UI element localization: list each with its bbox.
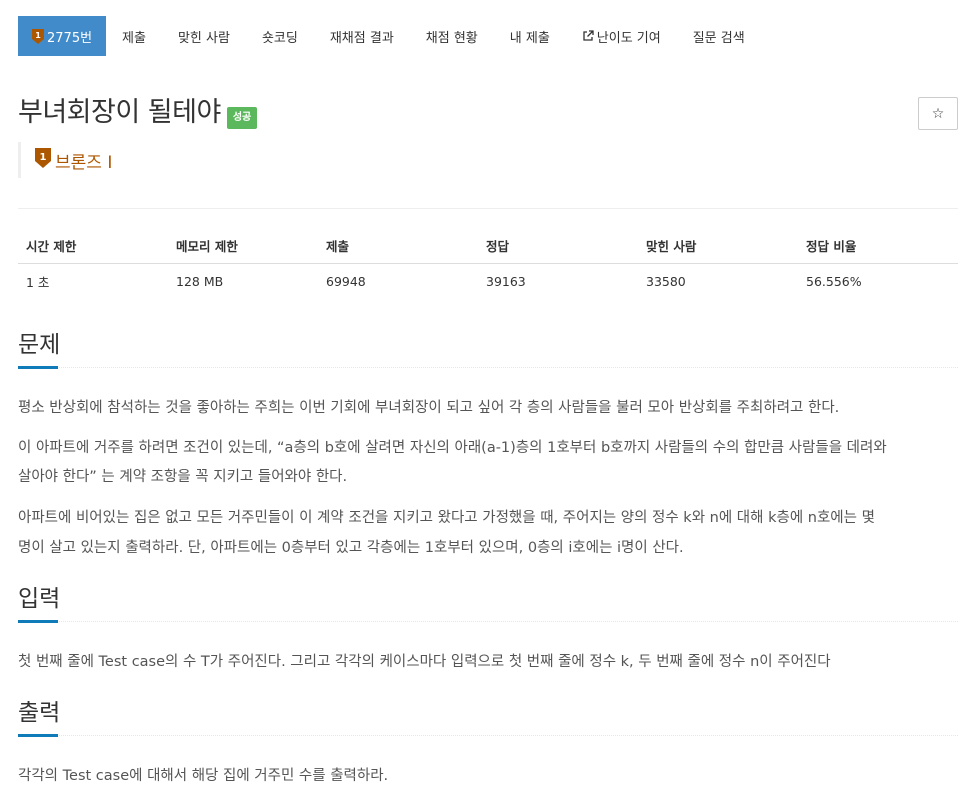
problem-description-p3-line1: 아파트에 비어있는 집은 없고 모든 거주민들이 이 계약 조건을 지키고 왔다…: [18, 510, 875, 526]
problem-description-p2-line1: 이 아파트에 거주를 하려면 조건이 있는데, “a층의 b호에 살려면 자신의…: [18, 440, 887, 456]
output-section-heading: 출력: [18, 700, 61, 726]
section-divider: [18, 367, 958, 368]
section-underline: [18, 734, 58, 737]
section-divider: [18, 621, 958, 622]
svg-text:1: 1: [35, 31, 41, 40]
tab-judge-status[interactable]: 채점 현황: [410, 16, 494, 56]
problem-description-p1: 평소 반상회에 참석하는 것을 좋아하는 주희는 이번 기회에 부녀회장이 되고…: [18, 400, 840, 416]
section-underline: [18, 366, 58, 369]
bronze-tier-icon: 1: [35, 148, 51, 172]
status-badge: 성공: [226, 107, 258, 129]
header-accepted: 정답: [478, 229, 638, 264]
input-section-heading: 입력: [18, 586, 61, 612]
tab-submit[interactable]: 제출: [106, 16, 162, 56]
external-link-icon: [582, 30, 594, 42]
table-row: 1 초 128 MB 69948 39163 33580 56.556%: [18, 263, 958, 299]
input-description: 첫 번째 줄에 Test case의 수 T가 주어진다. 그리고 각각의 케이…: [18, 654, 831, 670]
header-time-limit: 시간 제한: [18, 229, 168, 264]
problem-info-table: 시간 제한 메모리 제한 제출 정답 맞힌 사람 정답 비율 1 초 128 M…: [18, 229, 958, 299]
tab-solved-users[interactable]: 맞힌 사람: [162, 16, 246, 56]
tab-my-submissions[interactable]: 내 제출: [494, 16, 566, 56]
header-solved-users: 맞힌 사람: [638, 229, 798, 264]
time-limit-value: 1 초: [26, 274, 50, 290]
tab-question-search[interactable]: 질문 검색: [677, 16, 761, 56]
section-divider: [18, 735, 958, 736]
tab-problem-number[interactable]: 1 2775번: [18, 16, 107, 56]
tab-difficulty-contribution-label: 난이도 기여: [596, 30, 661, 46]
accepted-value: 39163: [486, 273, 526, 289]
star-icon: ☆: [931, 105, 945, 122]
header-memory-limit: 메모리 제한: [168, 229, 318, 264]
tier-label[interactable]: 브론즈 I: [55, 148, 112, 173]
accept-ratio-value: 56.556%: [806, 273, 862, 289]
problem-description-p3-line2: 명이 살고 있는지 출력하라. 단, 아파트에는 0층부터 있고 각층에는 1호…: [18, 540, 684, 556]
memory-limit-value: 128 MB: [176, 273, 224, 289]
favorite-star-button[interactable]: ☆: [918, 97, 958, 130]
problem-section-heading: 문제: [18, 332, 61, 358]
tier-info: 1 브론즈 I: [18, 142, 112, 178]
tab-rejudge-results[interactable]: 재채점 결과: [314, 16, 410, 56]
tab-difficulty-contribution[interactable]: 난이도 기여: [566, 16, 677, 56]
table-header-row: 시간 제한 메모리 제한 제출 정답 맞힌 사람 정답 비율: [18, 229, 958, 264]
section-underline: [18, 620, 58, 623]
divider: [18, 208, 958, 209]
header-accept-ratio: 정답 비율: [798, 229, 958, 264]
submissions-value: 69948: [326, 273, 366, 289]
problem-description-p2-line2: 살아야 한다” 는 계약 조항을 꼭 지키고 들어와야 한다.: [18, 469, 348, 485]
problem-title-row: 부녀회장이 될테야 성공: [18, 96, 258, 130]
page-title: 부녀회장이 될테야: [18, 97, 221, 128]
tab-problem-number-label: 2775번: [47, 30, 93, 46]
bronze-tier-icon: 1: [32, 28, 44, 44]
output-description: 각각의 Test case에 대해서 해당 집에 거주민 수를 출력하라.: [18, 768, 389, 784]
problem-nav: 1 2775번 제출 맞힌 사람 숏코딩 재채점 결과 채점 현황 내 제출 난…: [18, 16, 761, 56]
svg-text:1: 1: [40, 152, 47, 163]
header-submissions: 제출: [318, 229, 478, 264]
solved-users-value: 33580: [646, 273, 686, 289]
tab-short-coding[interactable]: 숏코딩: [246, 16, 314, 56]
